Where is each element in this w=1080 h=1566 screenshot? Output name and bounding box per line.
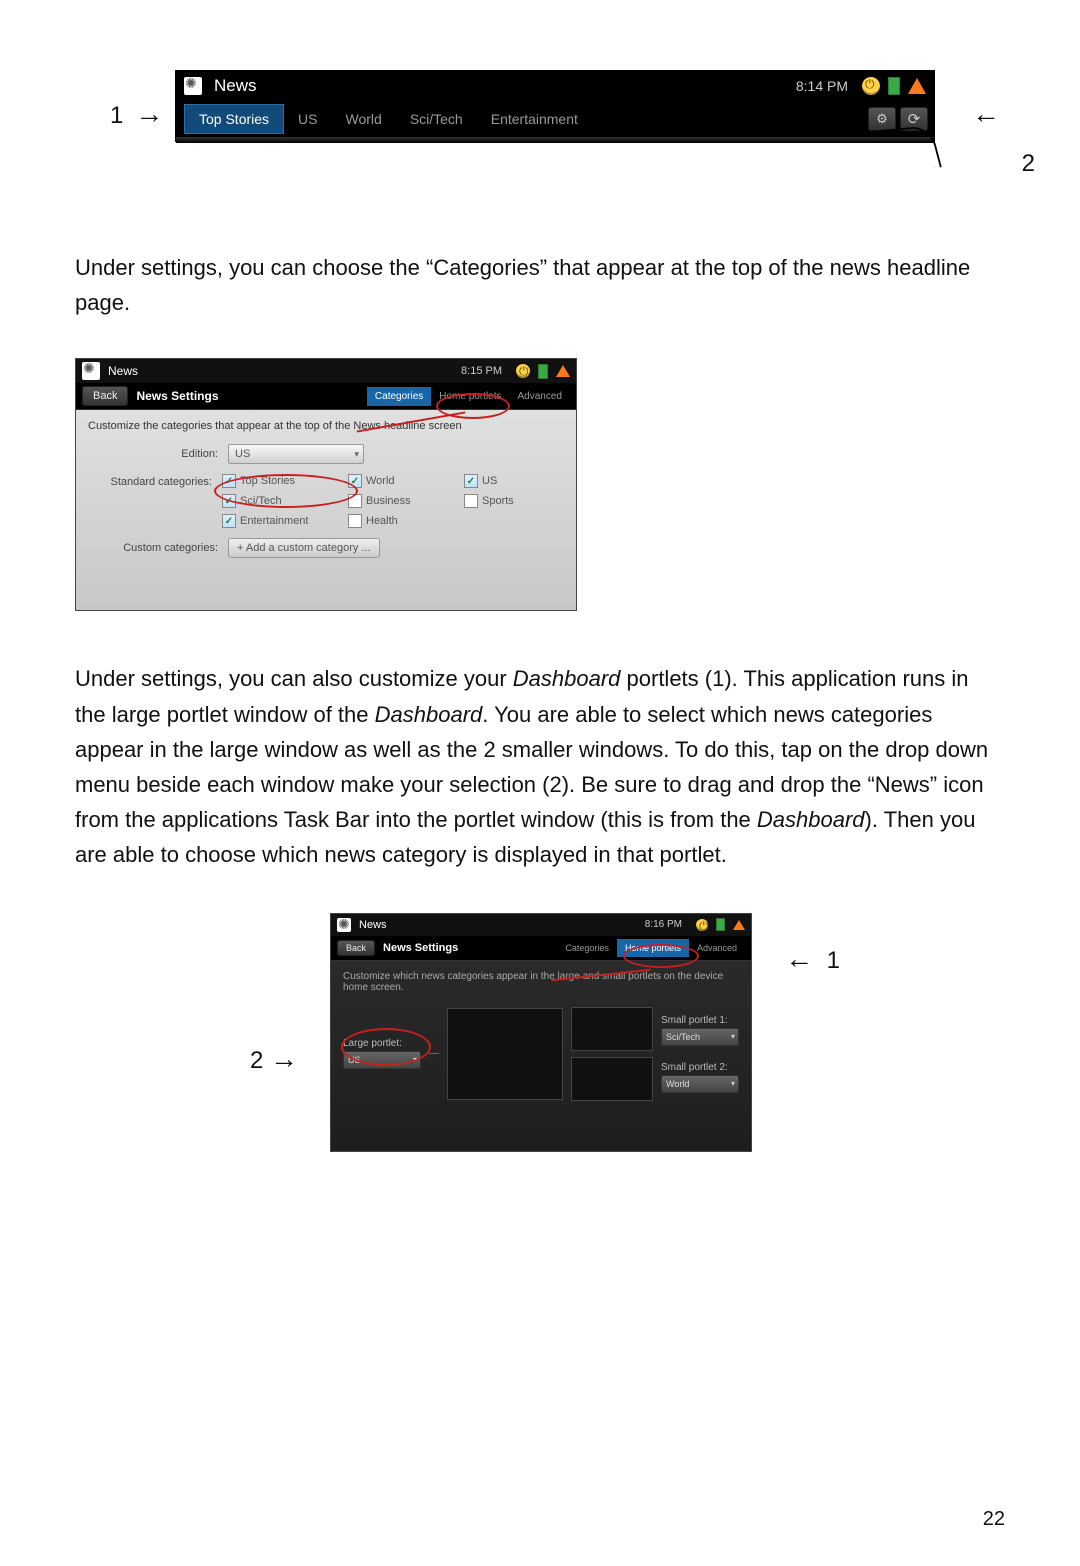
paragraph-categories: Under settings, you can choose the “Cate… — [75, 250, 1005, 320]
arrow-right-icon — [270, 1047, 298, 1074]
paragraph-dashboard: Under settings, you can also customize y… — [75, 661, 1005, 872]
add-custom-category-button[interactable]: + Add a custom category ... — [228, 538, 380, 558]
edition-label: Edition: — [88, 448, 228, 460]
small-portlet-2-label: Small portlet 2: — [661, 1062, 739, 1073]
battery-icon — [538, 364, 548, 379]
tab-world[interactable]: World — [332, 105, 396, 133]
clock-time: 8:15 PM — [461, 365, 502, 377]
news-app-icon — [82, 362, 100, 380]
screenshot-news-settings-categories: News 8:15 PM Back News Settings Categori… — [75, 358, 577, 611]
arrow-left-icon — [972, 98, 1000, 130]
checkbox-entertainment[interactable]: Entertainment — [222, 514, 332, 528]
annotation-2-label: 2 — [250, 1043, 298, 1075]
small-portlet-1-dropdown[interactable]: Sci/Tech — [661, 1028, 739, 1046]
checkbox-world[interactable]: World — [348, 474, 448, 488]
settings-button[interactable] — [868, 107, 896, 131]
status-icon — [862, 77, 880, 95]
checkbox-scitech[interactable]: Sci/Tech — [222, 494, 332, 508]
checkbox-health[interactable]: Health — [348, 514, 448, 528]
annotation-2-label: 2 — [1022, 150, 1035, 178]
refresh-button[interactable] — [900, 107, 928, 131]
clock-time: 8:16 PM — [645, 919, 682, 930]
app-title: News — [214, 76, 257, 96]
news-app-icon — [337, 918, 351, 932]
tab-us[interactable]: US — [284, 105, 331, 133]
large-portlet-dropdown[interactable]: US — [343, 1051, 421, 1069]
status-icon — [696, 919, 708, 931]
news-app-icon — [184, 77, 202, 95]
edition-dropdown[interactable]: US — [228, 444, 364, 464]
screenshot-news-tabs: News 8:14 PM Top Stories US World Sci/Te… — [175, 70, 935, 142]
custom-categories-label: Custom categories: — [88, 542, 228, 554]
small-portlet-2-preview — [571, 1057, 653, 1101]
tab-categories[interactable]: Categories — [557, 939, 617, 957]
settings-title: News Settings — [136, 389, 218, 403]
tab-home-portlets[interactable]: Home portlets — [431, 387, 509, 406]
back-button[interactable]: Back — [337, 940, 375, 956]
back-button[interactable]: Back — [82, 386, 128, 406]
arrow-left-icon — [785, 947, 813, 974]
tab-top-stories[interactable]: Top Stories — [184, 104, 284, 134]
annotation-1-label: 1 — [110, 98, 163, 130]
battery-icon — [888, 77, 900, 95]
checkbox-business[interactable]: Business — [348, 494, 448, 508]
small-portlet-1-preview — [571, 1007, 653, 1051]
checkbox-sports[interactable]: Sports — [464, 494, 564, 508]
small-portlet-1-label: Small portlet 1: — [661, 1015, 739, 1026]
settings-description: Customize the categories that appear at … — [88, 420, 564, 432]
screenshot-news-settings-portlets: News 8:16 PM Back News Settings Categori… — [330, 913, 752, 1152]
app-title: News — [359, 919, 387, 931]
large-portlet-label: Large portlet: — [343, 1038, 421, 1049]
clock-time: 8:14 PM — [796, 78, 848, 94]
checkbox-top-stories[interactable]: Top Stories — [222, 474, 332, 488]
standard-categories-label: Standard categories: — [88, 474, 222, 488]
arrow-right-icon — [135, 102, 163, 129]
status-icon — [516, 364, 530, 378]
tab-home-portlets[interactable]: Home portlets — [617, 939, 689, 957]
annotation-1-label: 1 — [785, 943, 840, 975]
tab-entertainment[interactable]: Entertainment — [477, 105, 592, 133]
tab-advanced[interactable]: Advanced — [510, 387, 570, 406]
page-number: 22 — [983, 1508, 1005, 1531]
small-portlet-2-dropdown[interactable]: World — [661, 1075, 739, 1093]
tab-advanced[interactable]: Advanced — [689, 939, 745, 957]
tab-categories[interactable]: Categories — [367, 387, 431, 406]
tab-scitech[interactable]: Sci/Tech — [396, 105, 477, 133]
app-title: News — [108, 364, 138, 378]
large-portlet-preview — [447, 1008, 563, 1100]
settings-description: Customize which news categories appear i… — [343, 971, 739, 993]
warning-icon — [908, 78, 926, 94]
warning-icon — [556, 365, 570, 377]
warning-icon — [733, 920, 745, 930]
settings-title: News Settings — [383, 942, 458, 954]
checkbox-us[interactable]: US — [464, 474, 564, 488]
battery-icon — [716, 918, 725, 931]
